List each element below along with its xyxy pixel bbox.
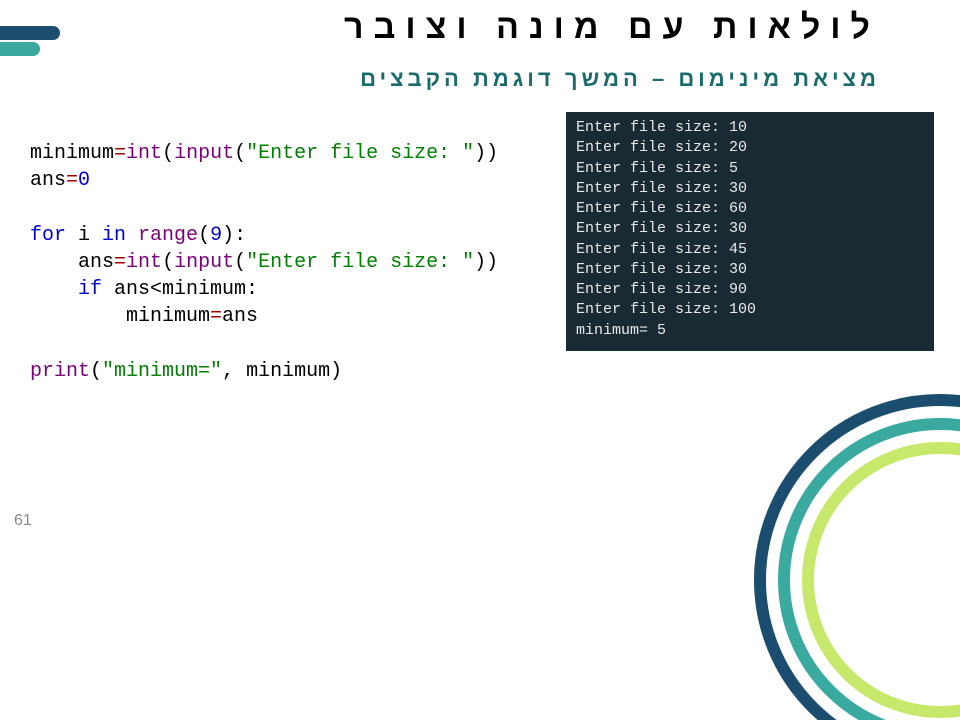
console-row: Enter file size: 30	[576, 179, 924, 199]
code-line-5: if ans<minimum:	[30, 276, 540, 303]
decorative-curve	[680, 320, 960, 720]
console-row: Enter file size: 30	[576, 260, 924, 280]
code-line-1: minimum=int(input("Enter file size: "))	[30, 140, 540, 167]
console-row: Enter file size: 45	[576, 240, 924, 260]
console-output: Enter file size: 10Enter file size: 20En…	[566, 112, 934, 351]
code-line-2: ans=0	[30, 167, 540, 194]
accent-bar-bottom	[0, 42, 40, 56]
code-block: minimum=int(input("Enter file size: ")) …	[30, 140, 540, 413]
console-row: Enter file size: 20	[576, 138, 924, 158]
console-row: Enter file size: 10	[576, 118, 924, 138]
console-row: Enter file size: 100	[576, 300, 924, 320]
code-line-7: print("minimum=", minimum)	[30, 358, 540, 385]
code-line-4: ans=int(input("Enter file size: "))	[30, 249, 540, 276]
page-number: 61	[14, 512, 32, 530]
slide-subtitle: מציאת מינימום – המשך דוגמת הקבצים	[100, 66, 880, 92]
console-row: Enter file size: 90	[576, 280, 924, 300]
slide-title: לולאות עם מונה וצובר	[160, 8, 880, 47]
code-line-6: minimum=ans	[30, 303, 540, 330]
console-row: Enter file size: 30	[576, 219, 924, 239]
accent-bar-top	[0, 26, 60, 40]
console-row: Enter file size: 5	[576, 159, 924, 179]
code-line-3: for i in range(9):	[30, 222, 540, 249]
console-row: Enter file size: 60	[576, 199, 924, 219]
